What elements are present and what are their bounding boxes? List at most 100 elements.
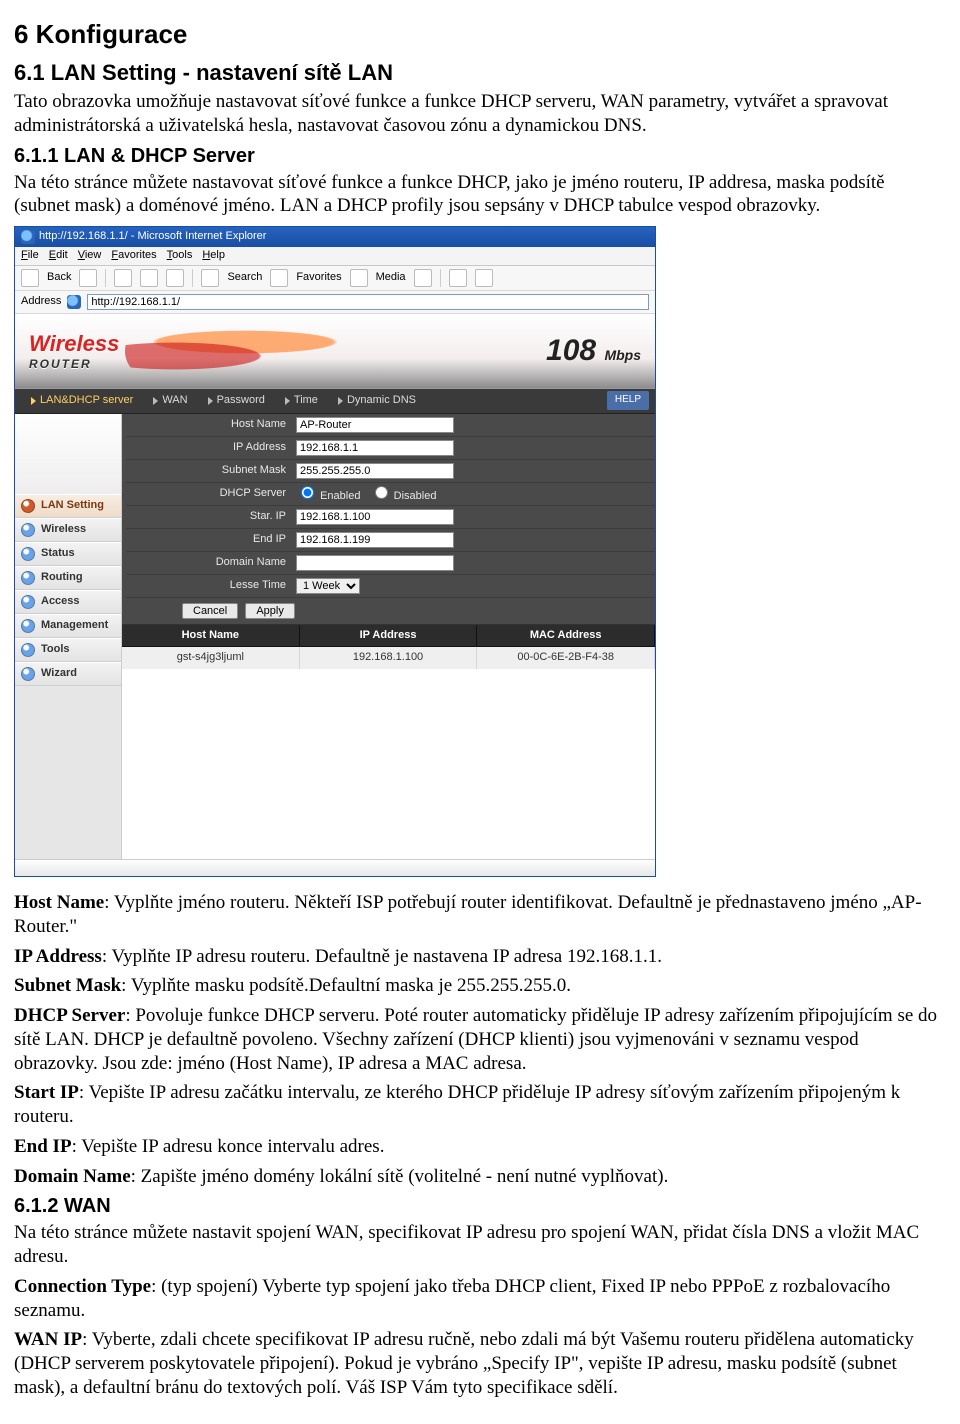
label-host-name: Host Name (126, 418, 296, 432)
favorites-icon[interactable] (270, 269, 288, 287)
media-icon[interactable] (350, 269, 368, 287)
sidebar-label: Access (41, 595, 80, 609)
sidebar-item-routing[interactable]: Routing (15, 566, 121, 590)
sidebar-item-access[interactable]: Access (15, 590, 121, 614)
tab-label: WAN (162, 394, 187, 408)
sidebar-item-wireless[interactable]: Wireless (15, 518, 121, 542)
para-dhcp-server: DHCP Server: Povoluje funkce DHCP server… (14, 1004, 942, 1075)
search-icon[interactable] (201, 269, 219, 287)
text-domain-name: : Zapište jméno domény lokální sítě (vol… (131, 1166, 669, 1187)
term-ip-address: IP Address (14, 946, 102, 967)
sidebar-label: Management (41, 619, 108, 633)
th-mac-address: MAC Address (477, 625, 655, 647)
input-end-ip[interactable] (296, 532, 454, 548)
help-button[interactable]: HELP (607, 391, 649, 410)
text-end-ip: : Vepište IP adresu konce intervalu adre… (72, 1136, 385, 1157)
router-tabbar: LAN&DHCP server WAN Password Time Dynami… (15, 389, 655, 414)
radio-enabled[interactable] (301, 486, 314, 499)
tab-dynamic-dns[interactable]: Dynamic DNS (328, 389, 426, 413)
history-icon[interactable] (414, 269, 432, 287)
bullet-icon (21, 571, 35, 585)
ie-back-label[interactable]: Back (47, 271, 71, 285)
apply-button[interactable]: Apply (245, 603, 295, 619)
ie-menu-file[interactable]: File (21, 249, 39, 263)
tab-wan[interactable]: WAN (143, 389, 197, 413)
router-content: LAN Setting Wireless Status Routing Acce… (15, 414, 655, 860)
print-icon[interactable] (475, 269, 493, 287)
ie-address-input[interactable] (87, 294, 649, 310)
ie-address-label: Address (21, 295, 61, 309)
input-domain-name[interactable] (296, 555, 454, 571)
router-logo: Wireless ROUTER (29, 330, 119, 373)
bullet-icon (21, 595, 35, 609)
dhcp-table-row: gst-s4jg3ljuml 192.168.1.100 00-0C-6E-2B… (122, 647, 655, 669)
input-subnet-mask[interactable] (296, 463, 454, 479)
ie-menu-help[interactable]: Help (202, 249, 225, 263)
sidebar-label: Wizard (41, 667, 77, 681)
ie-menu-favorites[interactable]: Favorites (111, 249, 156, 263)
mail-icon[interactable] (449, 269, 467, 287)
input-ip-address[interactable] (296, 440, 454, 456)
term-domain-name: Domain Name (14, 1166, 131, 1187)
input-host-name[interactable] (296, 417, 454, 433)
sidebar-item-lan-setting[interactable]: LAN Setting (15, 494, 121, 518)
select-lease-time[interactable]: 1 Week (296, 578, 360, 594)
forward-icon[interactable] (79, 269, 97, 287)
label-dhcp-server: DHCP Server (126, 487, 296, 501)
button-row: Cancel Apply (122, 598, 655, 625)
input-start-ip[interactable] (296, 509, 454, 525)
ie-icon (21, 230, 35, 244)
para-wan-intro: Na této stránce můžete nastavit spojení … (14, 1221, 942, 1269)
bullet-icon (21, 619, 35, 633)
radio-disabled[interactable] (375, 486, 388, 499)
radio-disabled-label[interactable]: Disabled (370, 490, 437, 502)
ie-menu-edit[interactable]: Edit (49, 249, 68, 263)
sidebar-item-wizard[interactable]: Wizard (15, 662, 121, 686)
back-icon[interactable] (21, 269, 39, 287)
refresh-icon[interactable] (140, 269, 158, 287)
row-dhcp-server: DHCP Server Enabled Disabled (126, 483, 655, 506)
ie-menu-view[interactable]: View (78, 249, 102, 263)
stop-icon[interactable] (114, 269, 132, 287)
label-start-ip: Star. IP (126, 510, 296, 524)
heading-lan-setting: 6.1 LAN Setting - nastavení sítě LAN (14, 59, 942, 87)
th-host-name: Host Name (122, 625, 300, 647)
td-mac-address: 00-0C-6E-2B-F4-38 (477, 647, 655, 669)
ie-toolbar: Back Search Favorites Media (15, 266, 655, 291)
home-icon[interactable] (166, 269, 184, 287)
triangle-icon (208, 397, 213, 405)
term-connection-type: Connection Type (14, 1276, 151, 1297)
sidebar-label: Wireless (41, 523, 86, 537)
sidebar-item-tools[interactable]: Tools (15, 638, 121, 662)
para-host-name: Host Name: Vyplňte jméno routeru. Někteř… (14, 891, 942, 939)
ie-fav-label[interactable]: Favorites (296, 271, 341, 285)
tab-password[interactable]: Password (198, 389, 275, 413)
label-end-ip: End IP (126, 533, 296, 547)
text-enabled: Enabled (320, 490, 360, 502)
radio-enabled-label[interactable]: Enabled (296, 490, 360, 502)
ie-search-label[interactable]: Search (227, 271, 262, 285)
ie-menu-tools[interactable]: Tools (167, 249, 193, 263)
th-ip-address: IP Address (300, 625, 478, 647)
bullet-icon (21, 643, 35, 657)
sidebar-item-management[interactable]: Management (15, 614, 121, 638)
heading-lan-dhcp-server: 6.1.1 LAN & DHCP Server (14, 144, 942, 169)
heading-wan: 6.1.2 WAN (14, 1194, 942, 1219)
cancel-button[interactable]: Cancel (182, 603, 238, 619)
sidebar-label: LAN Setting (41, 499, 104, 513)
ie-media-label[interactable]: Media (376, 271, 406, 285)
tab-lan-dhcp[interactable]: LAN&DHCP server (21, 389, 143, 413)
bullet-icon (21, 523, 35, 537)
term-subnet-mask: Subnet Mask (14, 975, 121, 996)
bullet-icon (21, 499, 35, 513)
text-host-name: : Vyplňte jméno routeru. Někteří ISP pot… (14, 892, 922, 937)
row-host-name: Host Name (126, 414, 655, 437)
sidebar-item-status[interactable]: Status (15, 542, 121, 566)
table-empty-area (122, 669, 655, 859)
text-subnet-mask: : Vyplňte masku podsítě.Defaultní maska … (121, 975, 571, 996)
router-form: Host Name IP Address Subnet Mask DHCP Se… (122, 414, 655, 860)
triangle-icon (338, 397, 343, 405)
tab-time[interactable]: Time (275, 389, 328, 413)
ie-page-icon (67, 295, 81, 309)
para-domain-name: Domain Name: Zapište jméno domény lokáln… (14, 1165, 942, 1189)
